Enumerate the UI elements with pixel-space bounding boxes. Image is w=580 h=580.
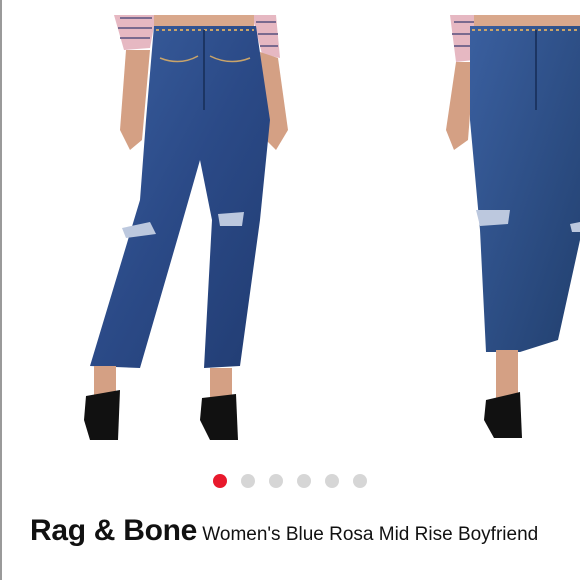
product-image-front[interactable] [80,0,300,455]
carousel-dot-3[interactable] [269,474,283,488]
carousel-dot-2[interactable] [241,474,255,488]
product-name: Women's Blue Rosa Mid Rise Boyfriend [202,524,539,545]
carousel-dot-4[interactable] [297,474,311,488]
carousel-pagination [0,474,580,488]
product-title: Rag & Bone Women's Blue Rosa Mid Rise Bo… [30,515,560,551]
product-image-carousel[interactable] [0,0,580,455]
jeans-model-photo-front-icon [84,15,288,440]
carousel-dot-6[interactable] [353,474,367,488]
carousel-dot-5[interactable] [325,474,339,488]
product-brand[interactable]: Rag & Bone [30,514,197,547]
carousel-dot-1[interactable] [213,474,227,488]
product-image-angle[interactable] [440,0,580,455]
jeans-model-photo-angle-icon [446,15,580,438]
